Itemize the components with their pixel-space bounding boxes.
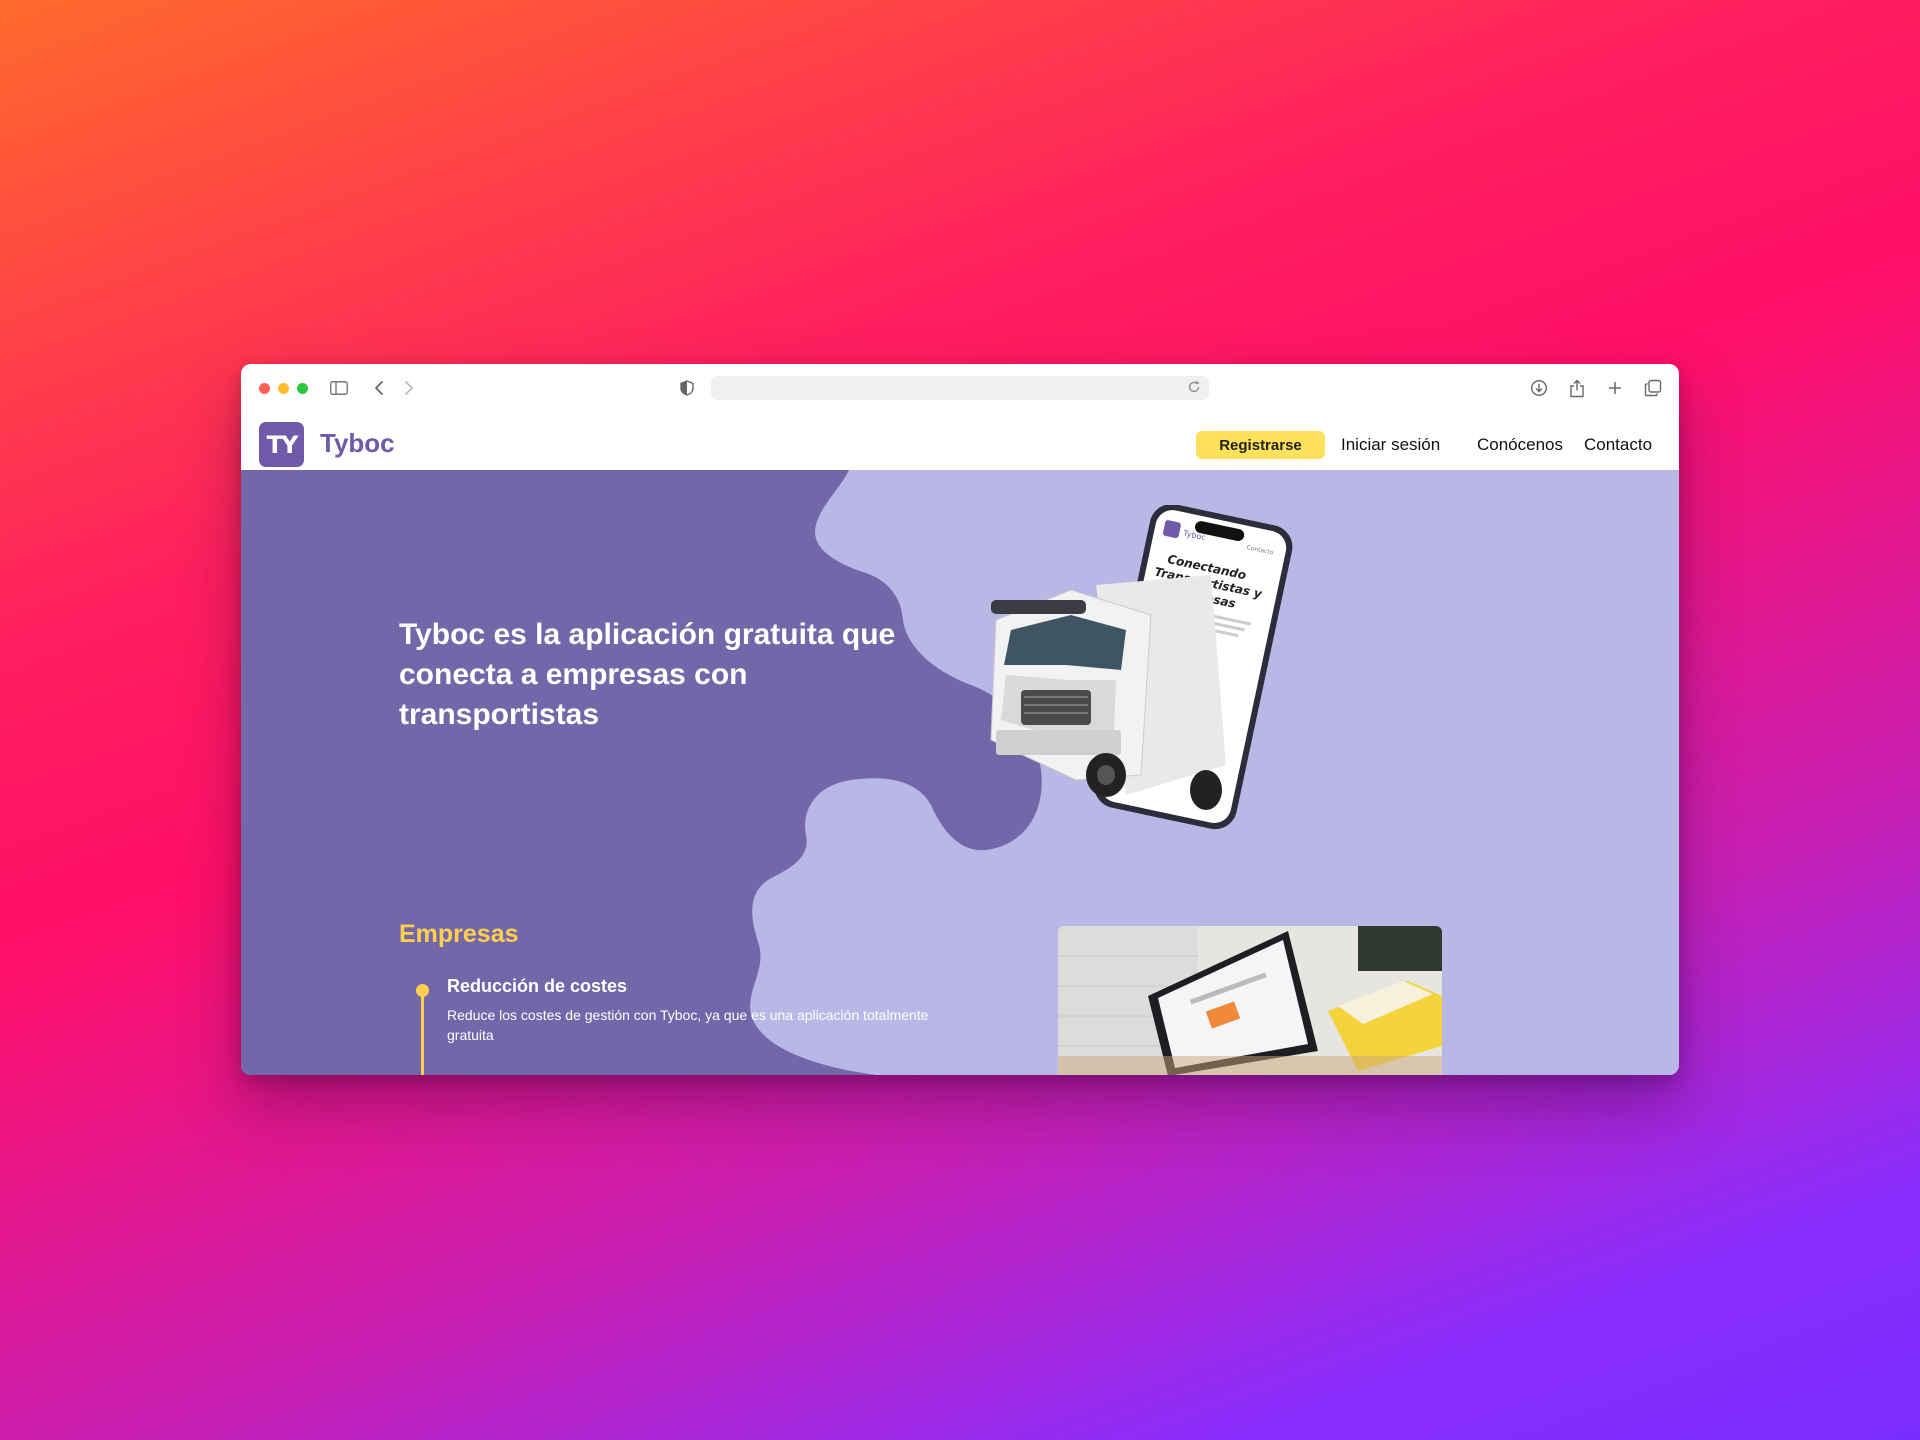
reload-icon[interactable] <box>1187 380 1203 396</box>
login-link[interactable]: Iniciar sesión <box>1341 435 1440 455</box>
feature-description: Reduce los costes de gestión con Tyboc, … <box>447 1007 929 1043</box>
close-window-button[interactable] <box>259 383 270 394</box>
timeline-line <box>421 990 424 1075</box>
back-icon[interactable] <box>367 376 391 400</box>
minimize-window-button[interactable] <box>278 383 289 394</box>
shield-icon[interactable] <box>675 376 699 400</box>
about-link[interactable]: Conócenos <box>1477 435 1563 455</box>
logo[interactable]: TY <box>259 422 304 467</box>
hero-section: Tyboc es la aplicación gratuita que cone… <box>241 470 1679 1075</box>
download-icon[interactable] <box>1527 376 1551 400</box>
hero-illustration: Tyboc Contacto Conectando Transportistas… <box>976 503 1316 845</box>
empresas-title: Empresas <box>399 920 519 948</box>
register-button[interactable]: Registrarse <box>1196 431 1325 459</box>
site-header: TY Tyboc Registrarse Iniciar sesión Conó… <box>241 412 1679 470</box>
share-icon[interactable] <box>1565 376 1589 400</box>
forward-icon[interactable] <box>397 376 421 400</box>
laptop-image <box>1058 926 1442 1075</box>
contact-link[interactable]: Contacto <box>1584 435 1652 455</box>
address-bar[interactable] <box>711 376 1209 400</box>
new-tab-icon[interactable] <box>1603 376 1627 400</box>
sidebar-icon[interactable] <box>327 376 351 400</box>
feature-title: Reducción de costes <box>447 976 628 996</box>
brand-name[interactable]: Tyboc <box>320 428 395 459</box>
laptop-photo <box>1058 926 1442 1075</box>
browser-toolbar <box>241 364 1679 412</box>
phone-truck-image: Tyboc Contacto Conectando Transportistas… <box>990 503 1293 830</box>
maximize-window-button[interactable] <box>297 383 308 394</box>
hero-headline: Tyboc es la aplicación gratuita que cone… <box>399 618 896 731</box>
tabs-overview-icon[interactable] <box>1641 376 1665 400</box>
browser-window: TY Tyboc Registrarse Iniciar sesión Conó… <box>241 364 1679 1075</box>
timeline-dot <box>416 984 429 997</box>
